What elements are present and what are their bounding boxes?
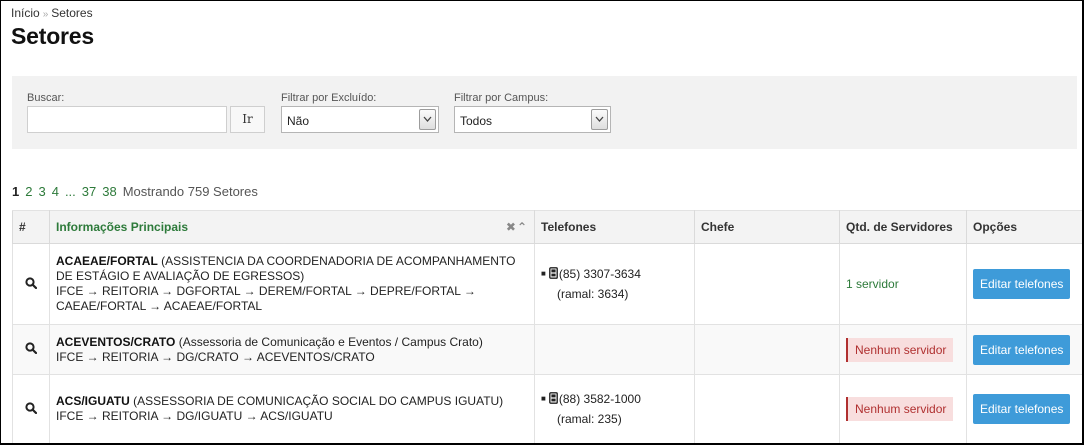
main-info-cell: ACAEAE/FORTAL (ASSISTENCIA DA COORDENADO… [49, 243, 535, 325]
sector-sigla: ACAEAE/FORTAL [56, 254, 158, 268]
column-header-hash: # [12, 210, 50, 244]
breadcrumb: Início» Setores [11, 6, 93, 20]
options-cell: Editar telefones [966, 324, 1082, 375]
phone-number: (85) 3307-3634 [558, 266, 641, 281]
phone-icon [548, 266, 558, 279]
server-count-link[interactable]: 1 servidor [846, 277, 899, 291]
table-row: ACEVENTOS/CRATO (Assessoria de Comunicaç… [12, 324, 1082, 375]
magnifier-icon[interactable] [25, 276, 38, 289]
page-frame: Início» Setores Setores Buscar: Ir Filtra… [0, 0, 1084, 445]
deleted-filter-value: Não [287, 114, 310, 128]
chief-cell [694, 243, 840, 325]
chevron-down-icon [591, 109, 608, 130]
no-server-badge: Nenhum servidor [846, 337, 954, 362]
options-cell: Editar telefones [966, 374, 1082, 443]
page-link-37[interactable]: 37 [82, 184, 96, 199]
sector-sigla: ACEVENTOS/CRATO [56, 334, 176, 349]
search-label: Buscar: [27, 92, 65, 104]
magnifier-icon[interactable] [25, 342, 38, 355]
breadcrumb-separator: » [42, 9, 49, 20]
table-row: ACS/IGUATU (ASSESSORIA DE COMUNICAÇÃO SO… [12, 374, 1082, 443]
bullet-icon: ■ [541, 269, 546, 279]
phones-cell: ■ (85) 3307-3634 (ramal: 3634) [534, 243, 695, 325]
pagination: 1 2 3 4... 37 38 Mostrando 759 Setores [12, 184, 258, 199]
page-title: Setores [11, 23, 94, 49]
column-header-options: Opções [966, 210, 1082, 244]
deleted-filter-label: Filtrar por Excluído: [281, 92, 377, 104]
row-detail-cell[interactable] [12, 374, 50, 443]
go-button[interactable]: Ir [230, 106, 265, 133]
campus-filter-value: Todos [460, 114, 493, 128]
page-link-4[interactable]: 4 [52, 184, 59, 199]
column-header-chief: Chefe [694, 210, 840, 244]
phone-icon [548, 391, 558, 404]
edit-phones-button[interactable]: Editar telefones [973, 269, 1071, 299]
pagination-ellipsis: ... [64, 184, 76, 199]
chevron-down-icon [419, 109, 436, 130]
phones-cell [534, 324, 695, 375]
results-count: Mostrando 759 Setores [122, 184, 258, 199]
main-info-cell: ACS/IGUATU (ASSESSORIA DE COMUNICAÇÃO SO… [49, 374, 535, 443]
breadcrumb-home-link[interactable]: Início [11, 6, 40, 20]
no-server-badge: Nenhum servidor [846, 397, 954, 421]
row-detail-cell[interactable] [12, 243, 50, 325]
deleted-filter-select[interactable]: Não [281, 106, 439, 133]
sector-hierarchy-cont: CAEAE/FORTAL → ACAEAE/FORTAL [56, 299, 263, 313]
table-header-row: # Informações Principais ✖︎⌃ Telefones Ch… [12, 210, 1082, 244]
column-header-phones: Telefones [534, 210, 695, 244]
sector-hierarchy: IFCE → REITORIA → DG/CRATO → ACEVENTOS/C… [56, 349, 375, 364]
phone-number: (88) 3582-1000 [558, 391, 641, 406]
options-cell: Editar telefones [966, 243, 1082, 325]
filter-panel: Buscar: Ir Filtrar por Excluído: Não Fil… [12, 76, 1077, 149]
breadcrumb-current: Setores [51, 6, 93, 20]
sort-icons[interactable]: ✖︎⌃ [506, 220, 528, 234]
chief-cell [694, 324, 840, 375]
edit-phones-button[interactable]: Editar telefones [973, 394, 1071, 424]
sector-sigla: ACS/IGUATU [56, 394, 130, 408]
search-input[interactable] [27, 106, 227, 133]
sector-hierarchy: IFCE → REITORIA → DGFORTAL → DEREM/FORTA… [56, 284, 476, 298]
page-link-3[interactable]: 3 [38, 184, 45, 199]
server-count-cell: Nenhum servidor [839, 374, 967, 443]
campus-filter-label: Filtrar por Campus: [454, 92, 549, 104]
sector-hierarchy: IFCE → REITORIA → DG/IGUATU → ACS/IGUATU [56, 409, 333, 423]
server-count-cell: Nenhum servidor [839, 324, 967, 375]
chief-cell [694, 374, 840, 443]
edit-phones-button[interactable]: Editar telefones [973, 334, 1071, 365]
table-row: ACAEAE/FORTAL (ASSISTENCIA DA COORDENADO… [12, 243, 1082, 325]
sector-name: (ASSESSORIA DE COMUNICAÇÃO SOCIAL DO CAM… [133, 394, 504, 408]
phone-extension: (ramal: 235) [557, 412, 622, 427]
page-link-38[interactable]: 38 [102, 184, 116, 199]
magnifier-icon[interactable] [25, 401, 38, 414]
sectors-table: # Informações Principais ✖︎⌃ Telefones Ch… [12, 210, 1082, 443]
row-detail-cell[interactable] [12, 324, 50, 375]
sector-name: (Assessoria de Comunicação e Eventos / C… [178, 334, 483, 349]
server-count-cell: 1 servidor [839, 243, 967, 325]
bullet-icon: ■ [541, 394, 546, 404]
column-header-main-info[interactable]: Informações Principais ✖︎⌃ [49, 210, 535, 244]
main-info-cell: ACEVENTOS/CRATO (Assessoria de Comunicaç… [49, 324, 535, 375]
phone-extension: (ramal: 3634) [557, 287, 629, 302]
campus-filter-select[interactable]: Todos [454, 106, 611, 133]
phones-cell: ■ (88) 3582-1000 (ramal: 235) [534, 374, 695, 443]
page-link-2[interactable]: 2 [25, 184, 32, 199]
column-header-main-label: Informações Principais [56, 220, 189, 234]
column-header-server-count: Qtd. de Servidores [839, 210, 967, 244]
page-link-1[interactable]: 1 [12, 184, 19, 199]
